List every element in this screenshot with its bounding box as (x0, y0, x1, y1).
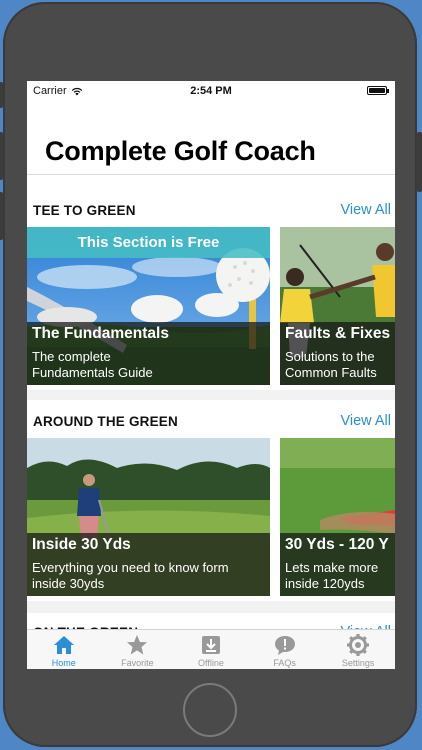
section-header-around-the-green: AROUND THE GREEN View All (27, 412, 395, 432)
card-title: 30 Yds - 120 Y (285, 536, 389, 553)
chat-icon (274, 636, 295, 655)
card-30-120-yds[interactable]: 30 Yds - 120 Y Lets make more inside 120… (280, 438, 395, 596)
tab-settings[interactable]: Settings (321, 630, 395, 669)
tab-offline[interactable]: Offline (174, 630, 248, 669)
card-subtitle-line2: inside 30yds (32, 576, 105, 591)
card-subtitle-line2: inside 120yds (285, 576, 365, 591)
mute-switch (0, 82, 3, 108)
tab-faqs[interactable]: FAQs (248, 630, 322, 669)
view-all-button[interactable]: View All (340, 413, 391, 429)
status-bar: Carrier 2:54 PM (27, 81, 395, 101)
card-subtitle: The complete Fundamentals Guide (32, 349, 265, 381)
tab-label: Offline (198, 658, 224, 668)
card-subtitle-line1: The complete (32, 349, 111, 364)
section-title: AROUND THE GREEN (33, 414, 178, 429)
tab-label: Settings (341, 658, 375, 668)
app-screen: Carrier 2:54 PM Complete Golf Coach TEE … (27, 81, 395, 669)
section-divider (27, 390, 395, 400)
card-subtitle-line1: Solutions to the (285, 349, 375, 364)
volume-up-button (0, 132, 3, 180)
card-subtitle-line1: Everything you need to know form (32, 560, 229, 575)
tab-bar: Home Favorite Offline FAQs Settings (27, 629, 395, 669)
tab-home[interactable]: Home (27, 630, 101, 669)
nav-divider (27, 174, 395, 175)
tab-favorite[interactable]: Favorite (101, 630, 175, 669)
card-subtitle-line2: Fundamentals Guide (32, 365, 153, 380)
card-subtitle-line1: Lets make more (285, 560, 379, 575)
power-button (417, 132, 422, 192)
card-title: Inside 30 Yds (32, 536, 131, 553)
card-caption: Faults & Fixes Solutions to the Common F… (280, 322, 395, 385)
card-subtitle: Lets make more inside 120yds (285, 560, 390, 592)
home-button[interactable] (183, 683, 237, 737)
card-title: Faults & Fixes (285, 325, 391, 342)
section-divider (27, 601, 395, 613)
gear-icon (347, 634, 370, 656)
section-title: TEE TO GREEN (33, 203, 136, 218)
tab-label: FAQs (273, 658, 296, 668)
battery-icon (367, 86, 389, 95)
card-subtitle: Solutions to the Common Faults (285, 349, 390, 381)
card-fundamentals[interactable]: This Section is Free The Fundamentals Th… (27, 227, 270, 385)
card-caption: Inside 30 Yds Everything you need to kno… (27, 533, 270, 596)
card-subtitle-line2: Common Faults (285, 365, 377, 380)
tab-label: Favorite (121, 658, 154, 668)
card-row-around-the-green: Inside 30 Yds Everything you need to kno… (27, 438, 395, 596)
card-caption: 30 Yds - 120 Y Lets make more inside 120… (280, 533, 395, 596)
card-faults-fixes[interactable]: Faults & Fixes Solutions to the Common F… (280, 227, 395, 385)
card-caption: The Fundamentals The complete Fundamenta… (27, 322, 270, 385)
page-title: Complete Golf Coach (45, 136, 316, 166)
card-inside-30-yds[interactable]: Inside 30 Yds Everything you need to kno… (27, 438, 270, 596)
card-title: The Fundamentals (32, 325, 169, 342)
free-section-badge: This Section is Free (27, 227, 270, 258)
card-subtitle: Everything you need to know form inside … (32, 560, 265, 592)
view-all-button[interactable]: View All (340, 202, 391, 218)
volume-down-button (0, 192, 3, 240)
tab-label: Home (51, 658, 76, 668)
download-icon (201, 636, 220, 654)
star-icon (127, 635, 148, 655)
status-time: 2:54 PM (190, 85, 232, 97)
section-header-tee-to-green: TEE TO GREEN View All (27, 201, 395, 221)
card-row-tee-to-green: This Section is Free The Fundamentals Th… (27, 227, 395, 385)
home-icon (53, 636, 74, 654)
